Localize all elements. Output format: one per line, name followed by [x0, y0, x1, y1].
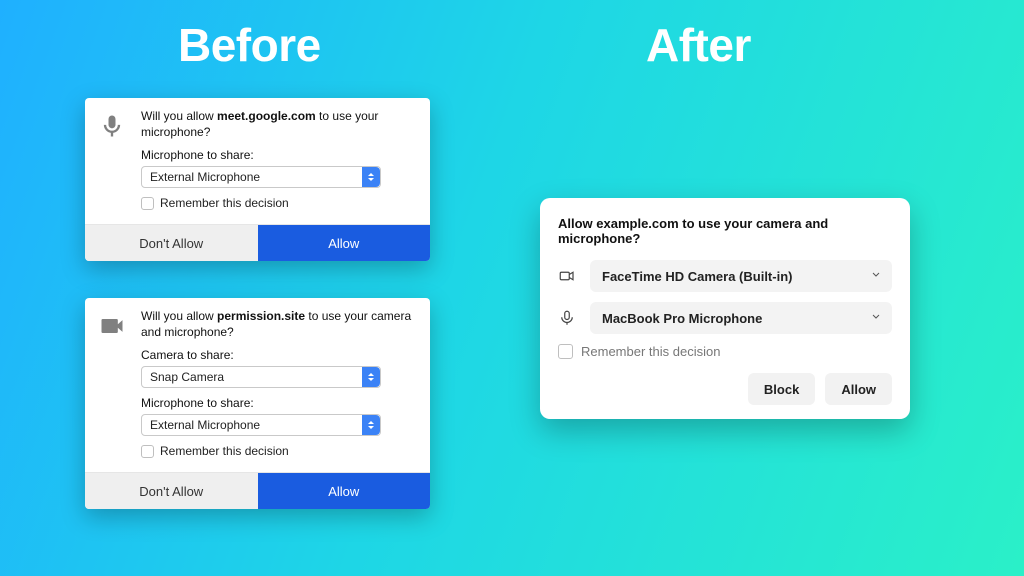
- site-name: meet.google.com: [217, 109, 316, 123]
- site-name: permission.site: [217, 309, 305, 323]
- microphone-share-label: Microphone to share:: [141, 148, 420, 162]
- camera-select-value: FaceTime HD Camera (Built-in): [602, 269, 792, 284]
- camera-icon: [558, 267, 576, 285]
- remember-decision-checkbox[interactable]: Remember this decision: [141, 196, 420, 210]
- microphone-share-label: Microphone to share:: [141, 396, 420, 410]
- permission-prompt: Will you allow permission.site to use yo…: [141, 308, 420, 340]
- permission-prompt: Will you allow meet.google.com to use yo…: [141, 108, 420, 140]
- microphone-select-value: External Microphone: [150, 170, 260, 184]
- microphone-icon: [558, 309, 576, 327]
- microphone-select[interactable]: External Microphone: [141, 166, 381, 188]
- heading-after: After: [646, 18, 751, 72]
- allow-button[interactable]: Allow: [258, 225, 431, 261]
- microphone-icon: [98, 112, 126, 220]
- microphone-select-value: MacBook Pro Microphone: [602, 311, 762, 326]
- heading-before: Before: [178, 18, 321, 72]
- chevron-down-icon: [870, 269, 882, 284]
- select-stepper-icon: [362, 415, 380, 435]
- remember-label: Remember this decision: [581, 344, 720, 359]
- checkbox-icon: [141, 445, 154, 458]
- chevron-down-icon: [870, 311, 882, 326]
- select-stepper-icon: [362, 167, 380, 187]
- dont-allow-button[interactable]: Don't Allow: [85, 473, 258, 509]
- allow-button[interactable]: Allow: [258, 473, 431, 509]
- camera-select[interactable]: Snap Camera: [141, 366, 381, 388]
- microphone-select-value: External Microphone: [150, 418, 260, 432]
- camera-select[interactable]: FaceTime HD Camera (Built-in): [590, 260, 892, 292]
- permission-prompt: Allow example.com to use your camera and…: [558, 216, 892, 246]
- checkbox-icon: [141, 197, 154, 210]
- before-dialog-camera-mic: Will you allow permission.site to use yo…: [85, 298, 430, 509]
- camera-select-value: Snap Camera: [150, 370, 224, 384]
- camera-icon: [98, 312, 126, 468]
- remember-decision-checkbox[interactable]: Remember this decision: [558, 344, 892, 359]
- remember-label: Remember this decision: [160, 444, 289, 458]
- allow-button[interactable]: Allow: [825, 373, 892, 405]
- block-button[interactable]: Block: [748, 373, 815, 405]
- checkbox-icon: [558, 344, 573, 359]
- select-stepper-icon: [362, 367, 380, 387]
- remember-decision-checkbox[interactable]: Remember this decision: [141, 444, 420, 458]
- before-dialog-microphone: Will you allow meet.google.com to use yo…: [85, 98, 430, 261]
- remember-label: Remember this decision: [160, 196, 289, 210]
- dont-allow-button[interactable]: Don't Allow: [85, 225, 258, 261]
- microphone-select[interactable]: External Microphone: [141, 414, 381, 436]
- camera-share-label: Camera to share:: [141, 348, 420, 362]
- after-dialog: Allow example.com to use your camera and…: [540, 198, 910, 419]
- microphone-select[interactable]: MacBook Pro Microphone: [590, 302, 892, 334]
